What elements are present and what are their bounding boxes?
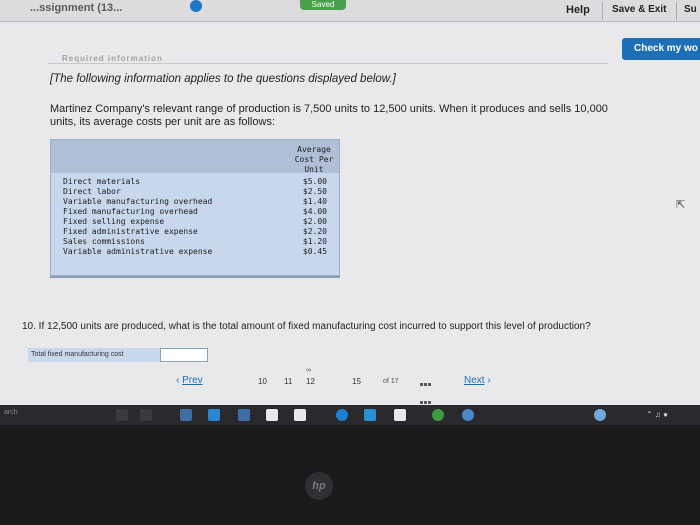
column-header: Average Cost Per Unit [291,145,337,175]
app-icon[interactable] [238,409,250,421]
table-row-value: $2.00 [302,217,327,226]
next-button[interactable]: Next › [464,375,491,386]
column-header-line: Unit [304,165,324,174]
grid-icon[interactable] [420,374,434,404]
table-row-label: Variable administrative expense [63,247,213,256]
table-row-label: Direct materials [63,177,141,186]
prev-label: Prev [182,375,203,386]
table-row-label: Variable manufacturing overhead [63,197,213,206]
app-icon[interactable] [594,409,606,421]
notification-badge[interactable] [190,0,202,12]
column-header-line: Cost Per [294,155,334,164]
answer-input[interactable] [160,348,208,362]
page-number[interactable]: 10 [258,377,267,386]
divider [602,2,603,20]
store-icon[interactable] [208,409,220,421]
edge-icon[interactable] [364,409,376,421]
table-border [50,276,340,278]
table-row-value: $2.20 [302,227,327,236]
app-icon[interactable] [462,409,474,421]
file-explorer-icon[interactable] [180,409,192,421]
answer-label: Total fixed manufacturing cost [28,348,160,362]
next-label: Next [464,375,485,386]
page-number[interactable]: 11 [284,377,292,386]
table-row-label: Direct labor [63,187,121,196]
taskbar: arch ⌃ ♫ ● [0,405,700,425]
row-labels: Direct materials Direct labor Variable m… [63,177,212,257]
link-icon: ∞ [306,367,311,374]
mic-icon[interactable] [116,409,128,421]
word-icon[interactable] [266,409,278,421]
table-row-value: $1.40 [302,197,327,206]
assignment-header: ...ssignment (13... Saved Help Save & Ex… [0,0,700,22]
question-text: 10. If 12,500 units are produced, what i… [22,321,591,332]
cost-table: Average Cost Per Unit Direct materials D… [50,139,340,276]
page-number-current[interactable]: 12 [306,377,315,386]
saved-indicator: Saved [300,0,346,10]
check-my-work-button[interactable]: Check my wo [622,38,700,60]
table-row-value: $2.50 [302,187,327,196]
save-exit-button[interactable]: Save & Exit [612,4,666,15]
table-row-label: Fixed administrative expense [63,227,198,236]
table-row-label: Sales commissions [63,237,145,246]
task-view-icon[interactable] [140,409,152,421]
table-row-value: $1.20 [302,237,327,246]
taskbar-search[interactable]: arch [4,409,18,416]
table-row-value: $4.00 [302,207,327,216]
table-row-value: $5.00 [302,177,327,186]
app-icon[interactable] [336,409,348,421]
app-icon[interactable] [394,409,406,421]
chrome-icon[interactable] [432,409,444,421]
divider [676,2,677,20]
prev-button[interactable]: ‹ Prev [176,375,203,386]
intro-note: [The following information applies to th… [50,73,396,85]
assignment-title: ...ssignment (13... [30,2,123,14]
page-total: of 17 [383,378,399,385]
row-values: $5.00 $2.50 $1.40 $4.00 $2.00 $2.20 $1.2… [295,177,327,257]
column-header-line: Average [297,145,331,154]
page-number[interactable]: 15 [352,377,361,386]
app-icon[interactable] [294,409,306,421]
cursor-icon: ⇱ [676,199,686,211]
table-row-label: Fixed manufacturing overhead [63,207,198,216]
submit-button[interactable]: Su [684,4,697,15]
hp-logo: hp [305,472,333,500]
table-row-value: $0.45 [302,247,327,256]
divider [48,63,608,64]
system-tray[interactable]: ⌃ ♫ ● [646,410,668,419]
help-button[interactable]: Help [566,4,590,16]
table-row-label: Fixed selling expense [63,217,165,226]
section-heading: Required information [62,54,163,63]
problem-statement: Martinez Company's relevant range of pro… [50,103,608,128]
browser-screen: ...ssignment (13... Saved Help Save & Ex… [0,0,700,405]
